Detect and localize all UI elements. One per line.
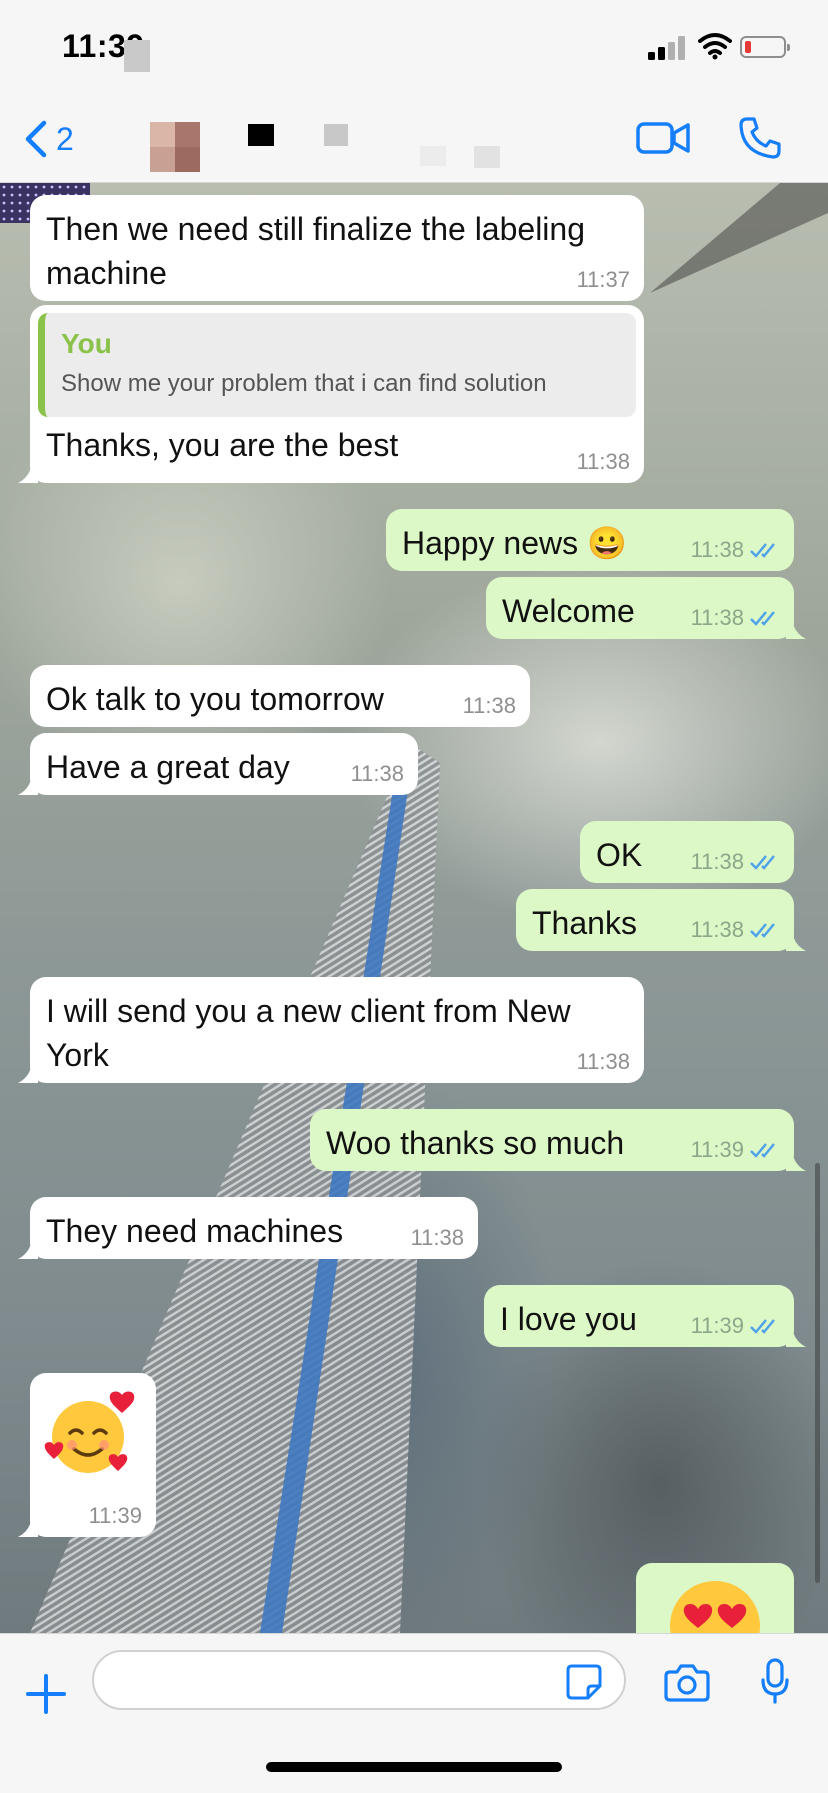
message-text: Ok talk to you tomorrow	[46, 681, 384, 717]
message-meta: 11:39	[691, 1137, 780, 1163]
message-time: 11:38	[690, 917, 744, 942]
message-time: 11:38	[462, 693, 516, 718]
message-time: 11:38	[410, 1225, 464, 1250]
message-meta: 11:39	[691, 1313, 780, 1339]
message-bubble-outgoing[interactable]: Welcome 11:38	[486, 577, 806, 639]
status-bar: 11:39	[0, 0, 828, 96]
message-bubble-incoming[interactable]: They need machines 11:38	[18, 1197, 478, 1259]
message-time: 11:39	[690, 1313, 744, 1338]
double-check-icon	[750, 543, 775, 558]
message-time: 11:38	[576, 449, 630, 474]
redaction-mask	[124, 40, 150, 72]
avatar[interactable]	[150, 122, 200, 172]
chat-background: Then we need still finalize the labeling…	[0, 183, 828, 1633]
message-time: 11:39	[690, 1137, 744, 1162]
bubble-tail	[18, 775, 38, 795]
battery-icon	[740, 36, 790, 58]
message-time: 11:37	[576, 267, 630, 292]
chevron-left-icon	[25, 120, 47, 158]
message-time: 11:38	[690, 605, 744, 630]
message-time: 11:38	[576, 1049, 630, 1074]
chat-header: 2	[0, 96, 828, 183]
cellular-signal-icon	[648, 36, 688, 60]
bubble-tail	[786, 1151, 806, 1171]
bubble-tail	[18, 1239, 38, 1259]
camera-icon[interactable]	[664, 1662, 710, 1702]
double-check-icon	[750, 1319, 775, 1334]
message-text: Have a great day	[46, 749, 290, 785]
message-meta: 11:38	[691, 849, 780, 875]
wifi-icon	[698, 33, 732, 60]
message-text: Thanks, you are the best	[46, 427, 399, 463]
bubble-tail	[18, 463, 38, 483]
message-bubble-incoming[interactable]: Have a great day 11:38	[18, 733, 418, 795]
quote-author: You	[61, 328, 112, 359]
microphone-icon[interactable]	[760, 1658, 790, 1704]
message-time: 11:38	[690, 537, 744, 562]
message-meta: 11:38	[691, 605, 780, 631]
home-indicator[interactable]	[266, 1762, 562, 1772]
message-text: Then we need still finalize the labeling	[46, 211, 585, 247]
double-check-icon	[750, 1143, 775, 1158]
phone-call-button[interactable]	[738, 116, 782, 160]
message-text: They need machines	[46, 1213, 344, 1249]
message-time: 11:38	[690, 849, 744, 874]
message-bubble-outgoing[interactable]: Happy news 😀 11:38	[386, 509, 794, 571]
message-meta: 11:38	[691, 917, 780, 943]
message-bubble-incoming[interactable]: Ok talk to you tomorrow 11:38	[30, 665, 530, 727]
message-bubble-outgoing[interactable]: OK 11:38	[580, 821, 794, 883]
message-bubble-outgoing[interactable]: Thanks 11:38	[516, 889, 806, 951]
double-check-icon	[750, 855, 775, 870]
message-meta: 11:38	[691, 537, 780, 563]
message-time: 11:38	[350, 761, 404, 786]
double-check-icon	[750, 611, 775, 626]
heart-eyes-face-icon	[670, 1581, 760, 1633]
bubble-tail	[786, 1327, 806, 1347]
message-input[interactable]	[92, 1650, 626, 1710]
double-check-icon	[750, 923, 775, 938]
message-bubble-incoming-emoji[interactable]: 11:39	[18, 1373, 156, 1537]
back-button[interactable]: 2	[22, 116, 74, 162]
bubble-tail	[18, 1517, 38, 1537]
message-bubble-outgoing[interactable]: I love you 11:39	[484, 1285, 806, 1347]
message-bubble-incoming[interactable]: I will send you a new client from New Yo…	[18, 977, 644, 1083]
plus-icon[interactable]	[26, 1674, 66, 1714]
sticker-icon[interactable]	[566, 1664, 602, 1700]
message-bubble-incoming[interactable]: Then we need still finalize the labeling…	[30, 195, 644, 301]
message-bubble-incoming-reply[interactable]: You Show me your problem that i can find…	[18, 305, 644, 483]
bubble-tail	[786, 619, 806, 639]
message-text: I will send you a new client from New	[46, 993, 571, 1029]
message-text: machine	[46, 255, 167, 291]
video-call-button[interactable]	[636, 118, 690, 158]
message-time: 11:39	[88, 1503, 142, 1528]
message-text: York	[46, 1037, 109, 1073]
quote-text: Show me your problem that i can find sol…	[61, 370, 547, 397]
message-bubble-outgoing[interactable]: Woo thanks so much 11:39	[310, 1109, 806, 1171]
bubble-tail	[18, 1063, 38, 1083]
bubble-tail	[786, 931, 806, 951]
scrollbar[interactable]	[815, 1163, 820, 1583]
message-bubble-outgoing-emoji[interactable]	[636, 1563, 794, 1633]
unread-count: 2	[56, 120, 74, 157]
quoted-message[interactable]: You Show me your problem that i can find…	[38, 313, 636, 417]
smiling-face-with-hearts-icon	[44, 1391, 135, 1473]
